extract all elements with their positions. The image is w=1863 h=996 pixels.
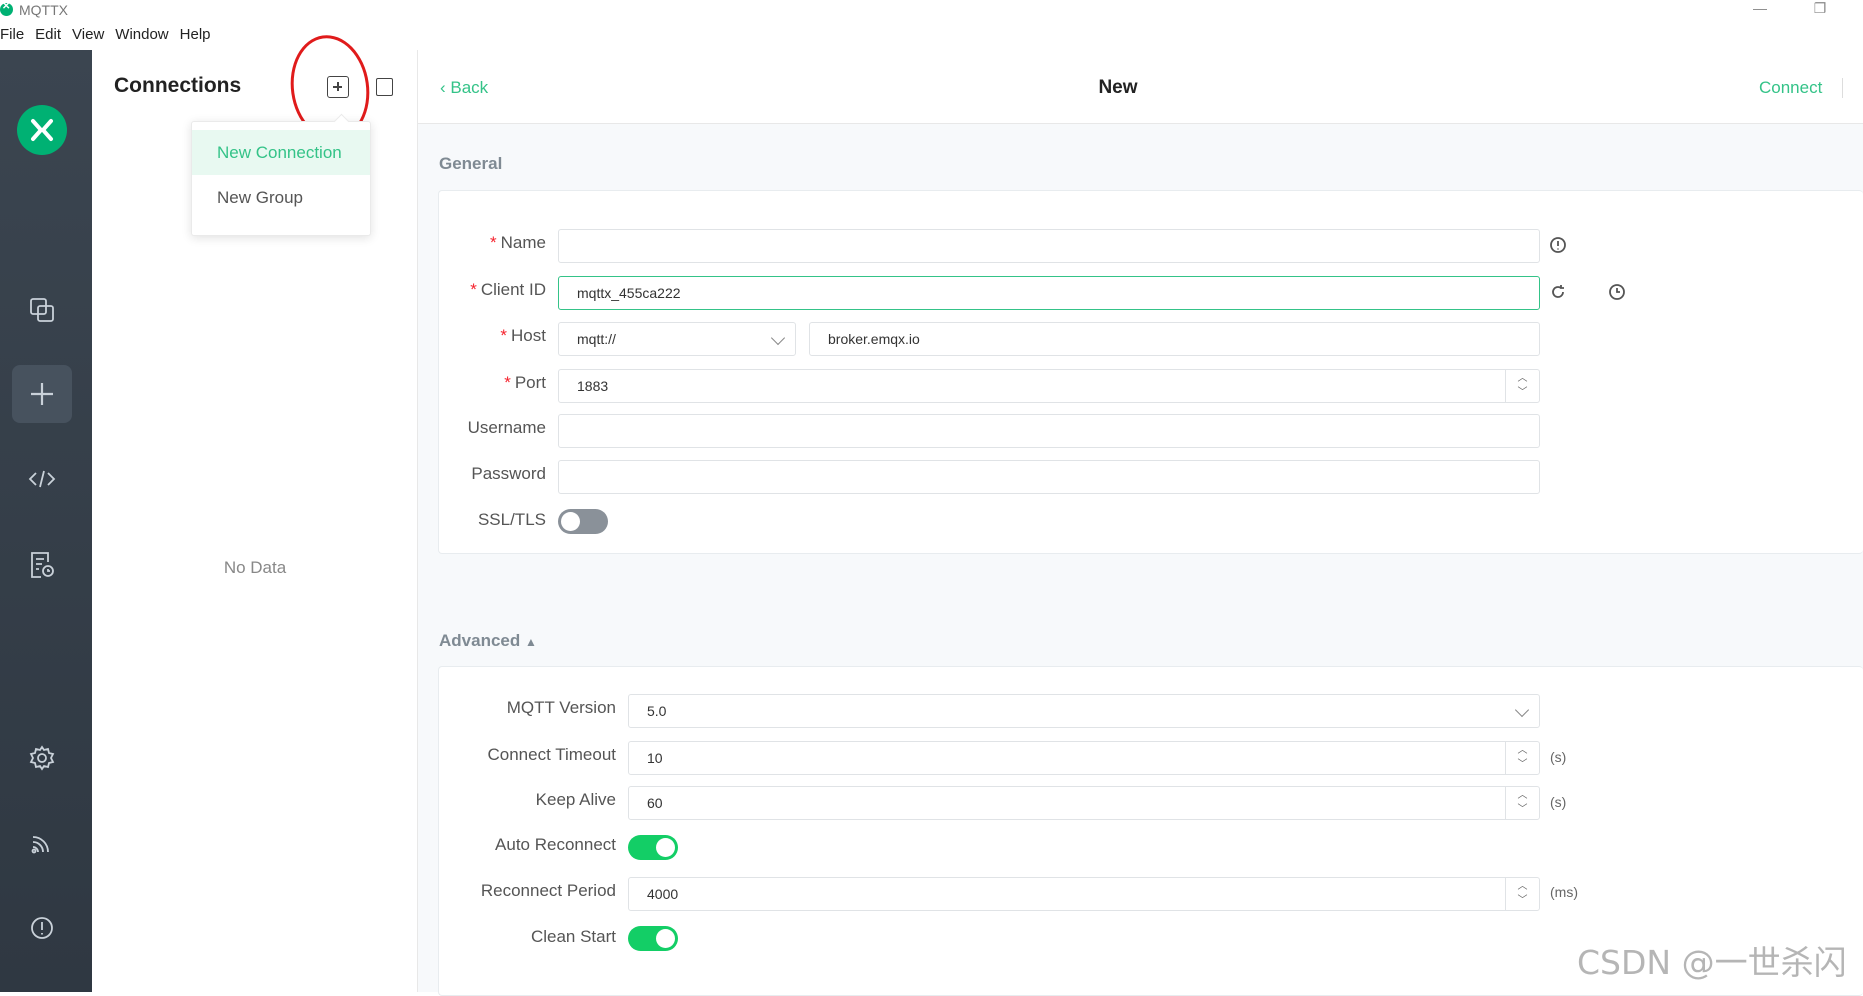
left-nav [0, 50, 92, 992]
add-dropdown-menu: New Connection New Group [191, 121, 371, 236]
subscribe-feed-icon[interactable] [12, 814, 72, 872]
log-icon[interactable] [12, 536, 72, 594]
caret-up-icon: ▲ [524, 635, 537, 649]
window-title: MQTTX [19, 2, 68, 18]
port-stepper[interactable]: ︿ ﹀ [1505, 370, 1539, 402]
reconnect-period-stepper[interactable]: ︿ ﹀ [1505, 878, 1539, 910]
app-logo-icon [0, 1, 13, 16]
refresh-icon[interactable] [1549, 283, 1567, 301]
new-group-menu-item[interactable]: New Group [192, 175, 370, 220]
name-label: * Name [490, 233, 546, 252]
collapse-panel-icon[interactable] [376, 78, 393, 96]
mqttx-logo-icon [17, 105, 67, 155]
auto-reconnect-label: Auto Reconnect [495, 835, 616, 854]
reconnect-period-input[interactable]: 4000 ︿ ﹀ [628, 877, 1540, 911]
mqtt-version-select[interactable]: 5.0 [628, 694, 1540, 728]
password-input[interactable] [558, 460, 1540, 494]
connect-timeout-unit: (s) [1550, 749, 1567, 765]
main-topbar: ‹ Back New Connect [418, 50, 1863, 124]
connect-timeout-input[interactable]: 10 ︿ ﹀ [628, 741, 1540, 775]
csdn-watermark: CSDN @一世杀闪 [1577, 943, 1847, 982]
name-input[interactable] [558, 229, 1540, 263]
connect-timeout-label: Connect Timeout [487, 745, 616, 764]
menu-window[interactable]: Window [115, 26, 175, 50]
client-id-input[interactable]: mqttx_455ca222 [558, 276, 1540, 310]
connect-button[interactable]: Connect [1759, 78, 1822, 98]
clean-start-toggle[interactable] [628, 926, 678, 951]
connections-panel: Connections New Connection New Group No … [92, 30, 418, 992]
chevron-down-icon [770, 330, 786, 346]
reconnect-period-label: Reconnect Period [480, 881, 616, 900]
topbar-divider [1842, 78, 1843, 98]
connections-title: Connections [114, 74, 242, 97]
time-icon[interactable] [1608, 283, 1626, 301]
main-content: ‹ Back New Connect General * Name * Client… [418, 50, 1863, 996]
menu-bar: File Edit View Window Help [0, 26, 222, 50]
name-info-icon[interactable] [1549, 236, 1567, 254]
menu-file[interactable]: File [0, 26, 31, 50]
ssl-toggle[interactable] [558, 509, 608, 534]
clean-start-label: Clean Start [530, 927, 616, 946]
new-connection-icon[interactable] [12, 365, 72, 423]
general-section-label: General [439, 154, 503, 173]
general-card: * Name * Client ID mqttx_455ca222 * Host mq… [438, 190, 1863, 554]
menu-edit[interactable]: Edit [35, 26, 68, 50]
client-id-label: * Client ID [470, 280, 546, 299]
reconnect-period-unit: (ms) [1550, 884, 1578, 900]
keep-alive-input[interactable]: 60 ︿ ﹀ [628, 786, 1540, 820]
protocol-select[interactable]: mqtt:// [558, 322, 796, 356]
chevron-down-icon [1514, 702, 1530, 718]
host-input[interactable]: broker.emqx.io [809, 322, 1540, 356]
connect-timeout-stepper[interactable]: ︿ ﹀ [1505, 742, 1539, 774]
username-label: Username [467, 418, 546, 437]
menu-help[interactable]: Help [180, 26, 218, 50]
menu-view[interactable]: View [72, 26, 111, 50]
host-label: * Host [500, 326, 546, 345]
port-input[interactable]: 1883 ︿ ﹀ [558, 369, 1540, 403]
keep-alive-stepper[interactable]: ︿ ﹀ [1505, 787, 1539, 819]
title-bar: MQTTX — ❐ [0, 0, 1863, 20]
port-label: * Port [504, 373, 546, 392]
password-label: Password [471, 464, 546, 483]
settings-icon[interactable] [12, 729, 72, 787]
about-icon[interactable] [12, 899, 72, 957]
keep-alive-label: Keep Alive [535, 790, 616, 809]
advanced-section-label[interactable]: Advanced ▲ [439, 631, 537, 651]
maximize-button[interactable]: ❐ [1800, 0, 1840, 20]
connections-icon[interactable] [12, 281, 72, 339]
script-icon[interactable] [12, 450, 72, 508]
minimize-button[interactable]: — [1740, 0, 1780, 20]
auto-reconnect-toggle[interactable] [628, 835, 678, 860]
mqtt-version-label: MQTT Version [506, 698, 616, 717]
new-connection-menu-item[interactable]: New Connection [192, 130, 370, 175]
username-input[interactable] [558, 414, 1540, 448]
keep-alive-unit: (s) [1550, 794, 1567, 810]
page-title: New [1098, 77, 1138, 98]
add-connection-button[interactable] [327, 76, 349, 98]
empty-state-text: No Data [223, 558, 287, 577]
ssl-label: SSL/TLS [477, 510, 546, 529]
